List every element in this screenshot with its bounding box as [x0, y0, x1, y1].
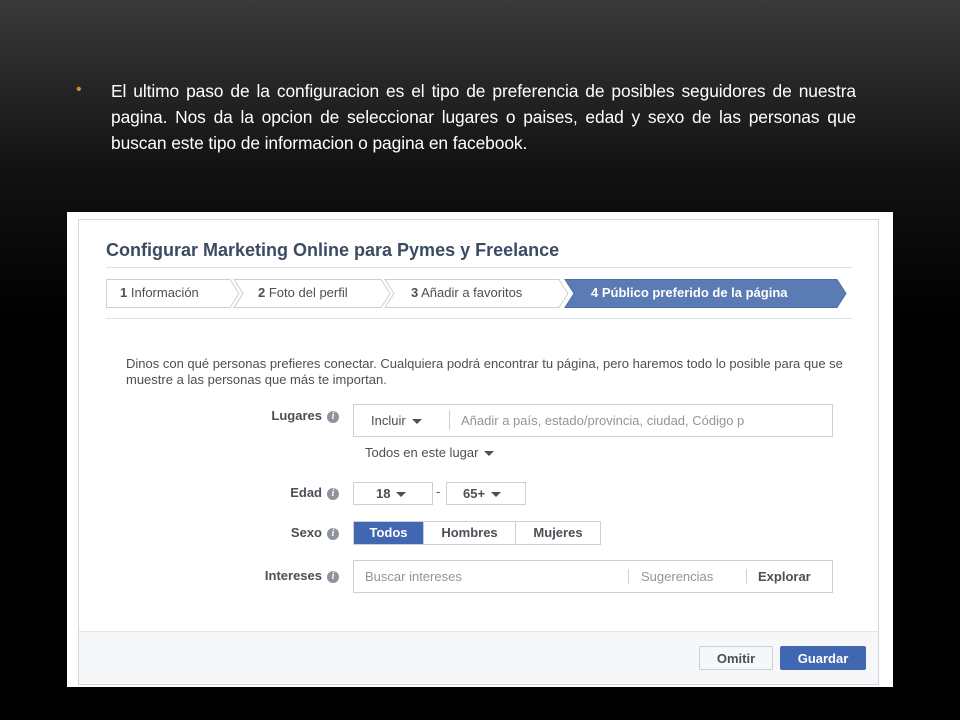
- gender-men-button[interactable]: Hombres: [424, 522, 516, 544]
- interests-search-input[interactable]: Buscar intereses: [365, 569, 462, 584]
- sexo-label-row: Sexo i: [239, 525, 339, 540]
- step-1-num: 1: [120, 285, 128, 300]
- chevron-down-icon: [491, 492, 502, 498]
- intereses-label: Intereses: [264, 568, 322, 583]
- bullet-text: El ultimo paso de la configuracion es el…: [111, 81, 856, 153]
- location-search-input[interactable]: Añadir a país, estado/provincia, ciudad,…: [461, 413, 819, 428]
- info-icon[interactable]: i: [327, 410, 339, 423]
- step-1-label: Información: [130, 285, 199, 300]
- slide-bullet: • El ultimo paso de la configuracion es …: [76, 78, 856, 156]
- lugares-label-row: Lugares i: [239, 408, 339, 423]
- intereses-label-row: Intereses i: [239, 568, 339, 583]
- info-icon[interactable]: i: [327, 570, 339, 583]
- include-label: Incluir: [371, 413, 406, 428]
- divider: [746, 569, 747, 584]
- dialog-footer: Omitir Guardar: [79, 631, 878, 684]
- info-icon[interactable]: i: [327, 527, 339, 540]
- divider: [106, 318, 852, 319]
- chevron-down-icon: [484, 451, 495, 457]
- divider: [628, 569, 629, 584]
- omit-button[interactable]: Omitir: [699, 646, 773, 670]
- divider: [449, 410, 450, 430]
- location-scope-label: Todos en este lugar: [365, 445, 479, 460]
- info-icon[interactable]: i: [327, 487, 339, 500]
- step-4-num: 4: [591, 285, 599, 300]
- sexo-label: Sexo: [290, 525, 322, 540]
- location-scope-dropdown[interactable]: Todos en este lugar: [365, 445, 495, 460]
- lugares-input[interactable]: Incluir Añadir a país, estado/provincia,…: [353, 404, 833, 437]
- step-4-label: Público preferido de la página: [601, 285, 788, 300]
- edad-label: Edad: [290, 485, 322, 500]
- step-3-num: 3: [411, 285, 419, 300]
- step-2[interactable]: 2 Foto del perfil: [258, 279, 348, 307]
- include-dropdown[interactable]: Incluir: [371, 413, 422, 428]
- chevron-down-icon: [396, 492, 407, 498]
- step-tabs: 1 Información 2 Foto del perfil 3 Añadir…: [106, 279, 852, 309]
- save-button[interactable]: Guardar: [780, 646, 866, 670]
- chevron-down-icon: [411, 419, 422, 425]
- lugares-label: Lugares: [271, 408, 322, 423]
- gender-segmented-control: Todos Hombres Mujeres: [353, 521, 601, 545]
- step-2-label: Foto del perfil: [268, 285, 348, 300]
- gender-women-button[interactable]: Mujeres: [516, 522, 600, 544]
- step-1[interactable]: 1 Información: [120, 279, 199, 307]
- age-max-value: 65+: [463, 486, 486, 501]
- explore-link[interactable]: Explorar: [758, 569, 811, 584]
- step-2-num: 2: [258, 285, 266, 300]
- age-separator: -: [436, 484, 441, 499]
- age-min-value: 18: [376, 486, 391, 501]
- suggestions-link[interactable]: Sugerencias: [641, 569, 713, 584]
- intro-text: Dinos con qué personas prefieres conecta…: [126, 356, 843, 387]
- step-4-active[interactable]: 4 Público preferido de la página: [591, 279, 788, 307]
- age-max-select[interactable]: 65+: [446, 482, 526, 505]
- interests-input[interactable]: Buscar intereses Sugerencias Explorar: [353, 560, 833, 593]
- divider: [106, 267, 852, 268]
- dialog-title: Configurar Marketing Online para Pymes y…: [106, 240, 560, 260]
- edad-label-row: Edad i: [239, 485, 339, 500]
- age-min-select[interactable]: 18: [353, 482, 433, 505]
- gender-all-button[interactable]: Todos: [354, 522, 424, 544]
- bullet-marker: •: [76, 81, 82, 98]
- step-3[interactable]: 3 Añadir a favoritos: [411, 279, 522, 307]
- step-3-label: Añadir a favoritos: [421, 285, 523, 300]
- setup-dialog: Configurar Marketing Online para Pymes y…: [78, 219, 879, 685]
- screenshot: Configurar Marketing Online para Pymes y…: [67, 212, 893, 687]
